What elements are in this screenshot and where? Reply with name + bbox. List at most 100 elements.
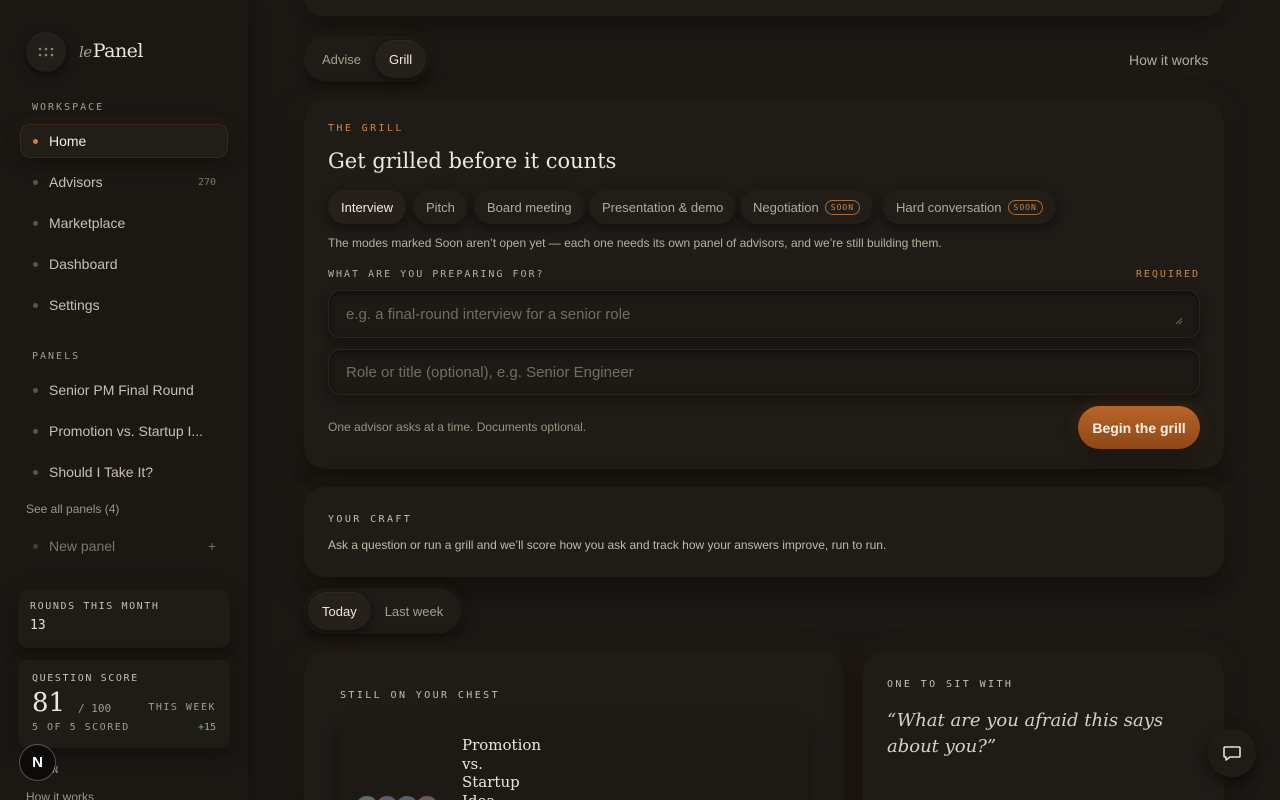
soon-badge: SOON: [1007, 199, 1043, 215]
sidebar-item-label: Promotion vs. Startup I...: [49, 423, 204, 439]
question-score-card: QUESTION SCORE 81 / 100 THIS WEEK 5 OF 5…: [18, 660, 230, 748]
workspace-label: WORKSPACE: [32, 102, 105, 113]
top-card-edge: [304, 0, 1224, 16]
bullet-icon: [33, 428, 38, 434]
chest-eyebrow: STILL ON YOUR CHEST: [340, 690, 500, 701]
chest-item-title: Promotion vs. Startup Idea: [462, 736, 541, 800]
chest-title-line: Startup: [462, 773, 520, 791]
question-score-max: / 100: [78, 702, 112, 715]
chip-label: Hard conversation: [896, 199, 1002, 215]
sidebar-item-settings[interactable]: Settings: [20, 288, 228, 322]
sidebar-item-dashboard[interactable]: Dashboard: [20, 247, 228, 281]
sidebar-item-advisors[interactable]: Advisors 270: [20, 165, 228, 199]
bullet-icon: [33, 302, 38, 308]
sidebar-item-label: Dashboard: [49, 256, 118, 272]
chest-title-line: Promotion: [462, 736, 542, 754]
rounds-value: 13: [30, 618, 46, 633]
chip-label: Pitch: [426, 199, 455, 215]
grill-eyebrow: THE GRILL: [328, 123, 404, 134]
mode-advise[interactable]: Advise: [308, 40, 375, 78]
chat-bubble-icon: [1223, 746, 1241, 761]
sidebar-panel-take-it[interactable]: Should I Take It?: [20, 455, 228, 489]
sidebar: lePanel WORKSPACE Home Advisors 270 Mark…: [0, 0, 248, 800]
required-label: REQUIRED: [1135, 269, 1200, 280]
grill-modes-note: The modes marked Soon aren’t open yet — …: [328, 236, 942, 250]
question-score-delta: +15: [197, 722, 216, 733]
bullet-icon: [33, 179, 38, 185]
new-panel-button[interactable]: New panel +: [20, 529, 228, 563]
sidebar-how-it-works-link[interactable]: How it works: [26, 790, 94, 800]
grill-footnote: One advisor asks at a time. Documents op…: [328, 420, 587, 434]
user-avatar[interactable]: N: [20, 745, 55, 780]
plus-icon: +: [207, 538, 216, 554]
bullet-icon: [33, 543, 38, 549]
sidebar-panel-senior-pm[interactable]: Senior PM Final Round: [20, 373, 228, 407]
chest-card: STILL ON YOUR CHEST Promotion vs. Startu…: [304, 652, 844, 800]
bullet-icon: [33, 138, 38, 144]
question-score-value: 81: [32, 688, 66, 718]
grill-mode-interview[interactable]: Interview: [328, 190, 407, 224]
rounds-card: ROUNDS THIS MONTH 13: [18, 590, 230, 648]
sit-with-eyebrow: ONE TO SIT WITH: [887, 679, 1014, 690]
grill-mode-pitch[interactable]: Pitch: [413, 190, 468, 224]
tab-last-week[interactable]: Last week: [371, 592, 458, 630]
grill-mode-board-meeting[interactable]: Board meeting: [474, 190, 585, 224]
grid-dots-icon: [38, 47, 54, 57]
mode-switch: Advise Grill: [304, 36, 431, 82]
bullet-icon: [33, 469, 38, 475]
resize-handle-icon[interactable]: [1175, 317, 1183, 325]
bullet-icon: [33, 261, 38, 267]
sidebar-item-label: Home: [49, 133, 87, 149]
chat-button[interactable]: [1208, 729, 1256, 777]
how-it-works-link[interactable]: How it works: [1129, 52, 1208, 68]
role-placeholder: Role or title (optional), e.g. Senior En…: [346, 363, 634, 381]
grill-mode-hard-conversation[interactable]: Hard conversation SOON: [883, 190, 1056, 224]
logo-name: Panel: [92, 40, 144, 62]
logo[interactable]: lePanel: [79, 40, 144, 62]
new-panel-label: New panel: [49, 538, 116, 554]
grill-mode-presentation[interactable]: Presentation & demo: [589, 190, 737, 224]
soon-badge: SOON: [824, 199, 861, 215]
sidebar-item-label: Should I Take It?: [49, 464, 154, 480]
chip-label: Board meeting: [487, 199, 572, 215]
tab-today[interactable]: Today: [308, 592, 371, 630]
chest-title-line: Idea: [462, 792, 541, 800]
chip-label: Presentation & demo: [602, 199, 724, 215]
craft-text: Ask a question or run a grill and we’ll …: [328, 538, 887, 552]
sidebar-item-home[interactable]: Home: [20, 124, 228, 158]
question-score-scored: 5 OF 5 SCORED: [32, 722, 130, 733]
chip-label: Interview: [341, 199, 394, 215]
bullet-icon: [33, 387, 38, 393]
begin-grill-button[interactable]: Begin the grill: [1078, 406, 1200, 449]
sit-with-card: ONE TO SIT WITH “What are you afraid thi…: [863, 652, 1224, 800]
range-tabs: Today Last week: [304, 588, 462, 634]
prep-textarea[interactable]: e.g. a final-round interview for a senio…: [328, 290, 1200, 338]
bullet-icon: [33, 220, 38, 226]
logo-prefix: le: [79, 43, 92, 61]
grill-title: Get grilled before it counts: [328, 149, 617, 173]
see-all-panels-link[interactable]: See all panels (4): [26, 502, 119, 516]
role-input[interactable]: Role or title (optional), e.g. Senior En…: [328, 349, 1200, 395]
mode-grill[interactable]: Grill: [375, 40, 427, 78]
rounds-label: ROUNDS THIS MONTH: [30, 601, 160, 612]
chest-item-card[interactable]: Promotion vs. Startup Idea: [340, 720, 808, 800]
prep-field-label: WHAT ARE YOU PREPARING FOR?: [328, 269, 545, 280]
craft-card: YOUR CRAFT Ask a question or run a grill…: [304, 487, 1224, 577]
sidebar-item-label: Senior PM Final Round: [49, 382, 194, 398]
chip-label: Negotiation: [753, 199, 819, 215]
sit-with-quote: “What are you afraid this says about you…: [887, 710, 1164, 757]
question-score-period: THIS WEEK: [148, 702, 216, 713]
panels-label: PANELS: [32, 351, 81, 362]
advisors-count: 270: [197, 176, 216, 188]
chest-title-line: vs.: [462, 754, 483, 773]
sidebar-panel-promotion[interactable]: Promotion vs. Startup I...: [20, 414, 228, 448]
sidebar-item-marketplace[interactable]: Marketplace: [20, 206, 228, 240]
grill-mode-negotiation[interactable]: Negotiation SOON: [740, 190, 874, 224]
sidebar-item-label: Settings: [49, 297, 100, 313]
craft-eyebrow: YOUR CRAFT: [328, 514, 413, 525]
app-menu-button[interactable]: [26, 32, 66, 72]
sidebar-item-label: Advisors: [49, 174, 103, 190]
sidebar-item-label: Marketplace: [49, 215, 126, 231]
question-score-label: QUESTION SCORE: [32, 673, 139, 684]
prep-placeholder: e.g. a final-round interview for a senio…: [346, 305, 631, 323]
